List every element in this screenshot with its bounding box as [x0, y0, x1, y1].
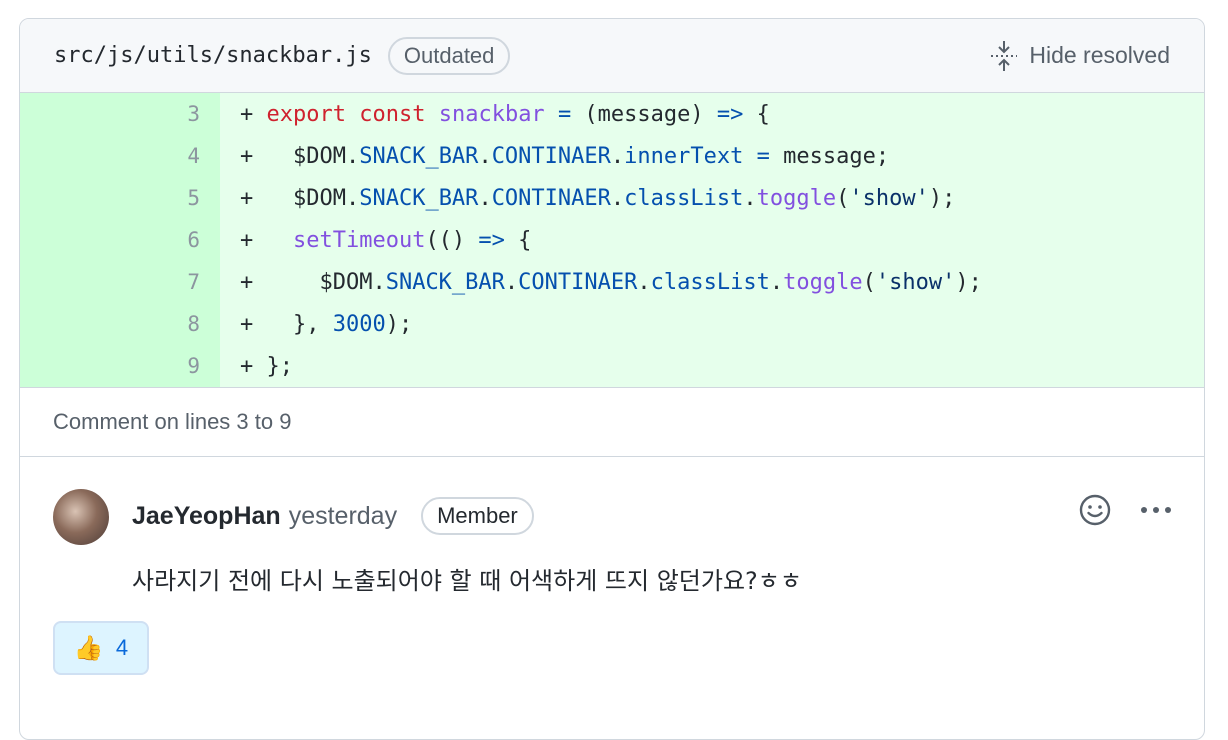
code-token: + }; [240, 353, 293, 379]
code-token: . [478, 185, 492, 211]
code-token: 'show' [849, 185, 929, 211]
code-token: toggle [783, 269, 863, 295]
comment-timestamp[interactable]: yesterday [289, 502, 397, 531]
code-token: SNACK_BAR [359, 143, 479, 169]
code-token: = [756, 143, 770, 169]
code-token: . [637, 269, 651, 295]
code-token: setTimeout [292, 227, 426, 253]
diff-line: 5 + $DOM.SNACK_BAR.CONTINAER.classList.to… [20, 177, 1204, 219]
code-token: CONTINAER [491, 143, 611, 169]
thumbs-up-icon: 👍 [73, 634, 104, 662]
avatar[interactable] [53, 489, 109, 545]
code-token: classList [624, 185, 744, 211]
code-token: snackbar [438, 101, 545, 127]
line-number[interactable]: 9 [20, 345, 220, 387]
member-badge: Member [421, 497, 534, 535]
code-token: = [557, 101, 572, 127]
code-token: toggle [756, 185, 837, 211]
code-token: (() [425, 227, 479, 253]
comment-author[interactable]: JaeYeopHan [132, 502, 281, 531]
code-token: innerText [624, 143, 744, 169]
line-number[interactable]: 8 [20, 303, 220, 345]
code-token: + }, [240, 311, 333, 337]
code-line-text: + $DOM.SNACK_BAR.CONTINAER.classList.tog… [220, 270, 982, 295]
code-token: classList [650, 269, 770, 295]
code-token: export [266, 101, 346, 127]
line-number[interactable]: 4 [20, 135, 220, 177]
code-token: => [716, 101, 744, 127]
code-token: . [610, 143, 625, 169]
file-header: src/js/utils/snackbar.js Outdated Hide r… [20, 19, 1204, 93]
diff-line: 6 + setTimeout(() => { [20, 219, 1204, 261]
diff-line: 3 + export const snackbar = (message) => … [20, 93, 1204, 135]
code-token: (message) [571, 101, 717, 127]
code-token: { [504, 227, 532, 253]
code-token: + $DOM. [240, 185, 360, 211]
kebab-menu-icon[interactable] [1138, 504, 1174, 516]
code-token: ( [836, 185, 850, 211]
line-number[interactable]: 3 [20, 93, 220, 135]
code-token: . [610, 185, 625, 211]
comment-body: 사라지기 전에 다시 노출되어야 할 때 어색하게 뜨지 않던가요?ㅎㅎ [132, 567, 802, 595]
diff-line: 7 + $DOM.SNACK_BAR.CONTINAER.classList.to… [20, 261, 1204, 303]
code-token: ); [928, 185, 956, 211]
code-token: . [478, 143, 492, 169]
code-token: { [743, 101, 770, 127]
code-token: + [240, 101, 267, 127]
diff-line: 8 + }, 3000); [20, 303, 1204, 345]
code-token: CONTINAER [518, 269, 638, 295]
line-number[interactable]: 5 [20, 177, 220, 219]
hide-resolved-label: Hide resolved [1029, 42, 1170, 68]
code-token: . [504, 269, 519, 295]
review-comment: JaeYeopHan yesterday Member 사라지기 전에 다시 노… [20, 457, 1204, 717]
thumbs-up-reaction-button[interactable]: 👍 4 [53, 621, 149, 675]
code-line-text: + }, 3000); [220, 312, 412, 337]
code-token: 'show' [875, 269, 956, 295]
smiley-icon[interactable] [1078, 493, 1112, 527]
code-line-text: + $DOM.SNACK_BAR.CONTINAER.classList.tog… [220, 186, 955, 211]
fold-icon [991, 40, 1018, 71]
code-line-text: + $DOM.SNACK_BAR.CONTINAER.innerText = m… [220, 144, 889, 169]
diff-code-block: 3 + export const snackbar = (message) => … [20, 93, 1204, 387]
code-token: + [240, 227, 293, 253]
reaction-count: 4 [115, 635, 129, 660]
code-token: + $DOM. [240, 143, 360, 169]
code-token: SNACK_BAR [359, 185, 479, 211]
code-token: . [743, 185, 757, 211]
code-token: message; [769, 143, 890, 169]
code-line-text: + }; [220, 354, 293, 379]
line-number[interactable]: 6 [20, 219, 220, 261]
code-token: => [478, 227, 505, 253]
code-token: const [359, 101, 426, 127]
code-token: 3000 [332, 311, 386, 337]
outdated-badge: Outdated [387, 36, 511, 75]
diff-line: 4 + $DOM.SNACK_BAR.CONTINAER.innerText = … [20, 135, 1204, 177]
code-token: + $DOM. [240, 269, 386, 295]
diff-line: 9 + }; [20, 345, 1204, 387]
hide-resolved-button[interactable]: Hide resolved [989, 39, 1170, 73]
code-token: CONTINAER [491, 185, 611, 211]
comment-on-lines-label: Comment on lines 3 to 9 [20, 387, 1204, 457]
code-token: ); [385, 311, 413, 337]
code-token: SNACK_BAR [385, 269, 505, 295]
review-thread-panel: src/js/utils/snackbar.js Outdated Hide r… [19, 18, 1205, 740]
code-token: ); [955, 269, 982, 295]
code-token: . [769, 269, 784, 295]
code-token: ( [862, 269, 876, 295]
line-number[interactable]: 7 [20, 261, 220, 303]
code-line-text: + setTimeout(() => { [220, 228, 531, 253]
file-path[interactable]: src/js/utils/snackbar.js [54, 43, 372, 68]
code-line-text: + export const snackbar = (message) => { [220, 102, 770, 127]
